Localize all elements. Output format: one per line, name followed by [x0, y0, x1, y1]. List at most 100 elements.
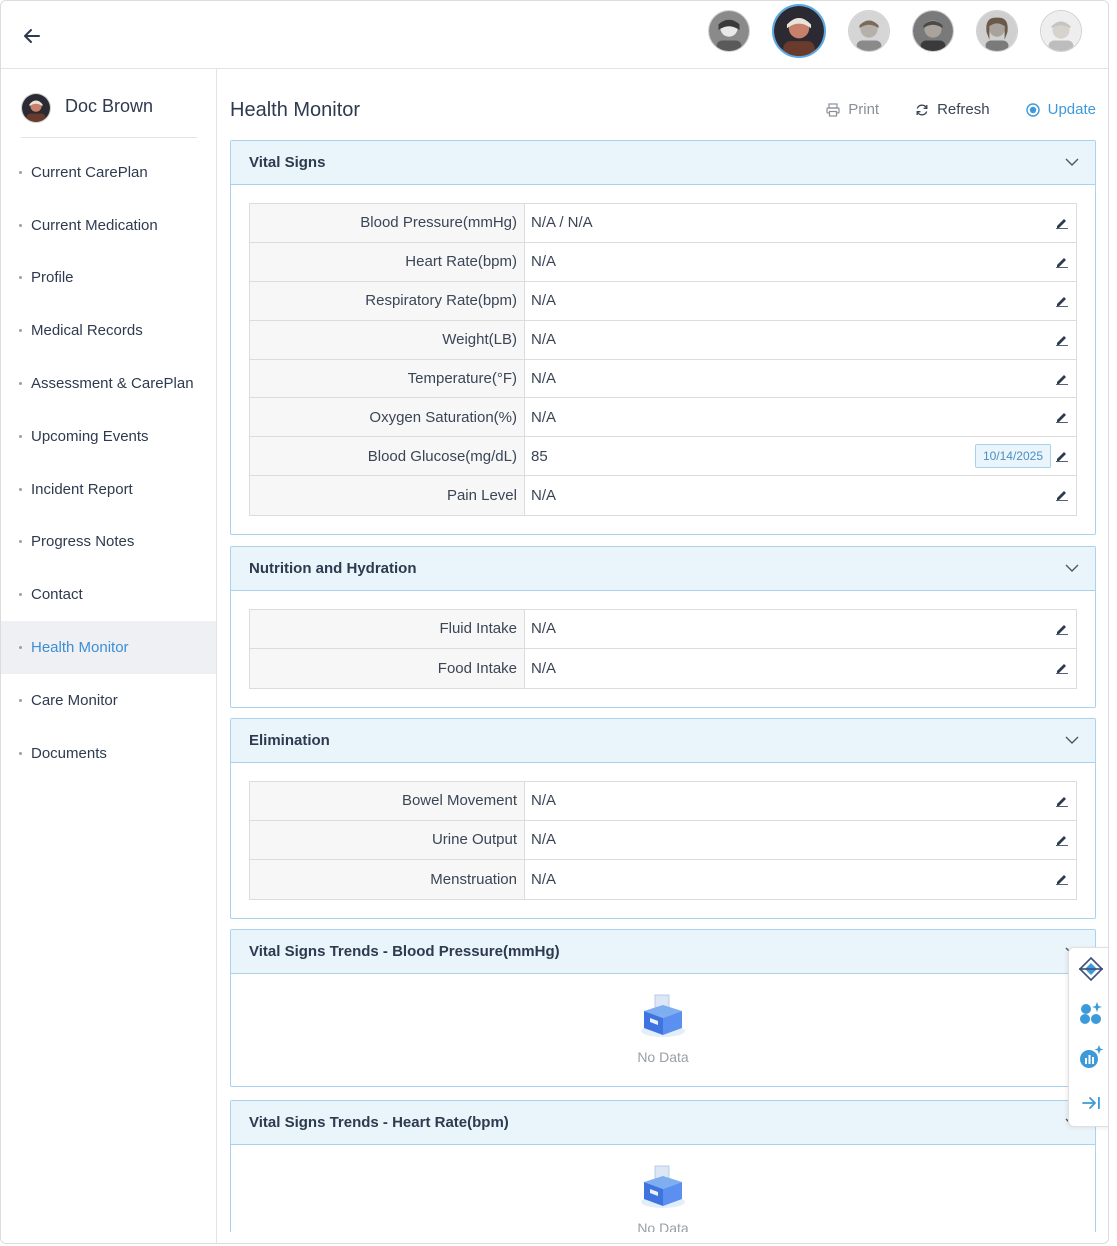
bullet-icon: [19, 751, 22, 755]
row-value: N/A: [531, 870, 557, 888]
hr-trend-header[interactable]: Vital Signs Trends - Heart Rate(bpm): [231, 1101, 1095, 1145]
apps-sparkle-icon[interactable]: [1078, 1000, 1104, 1026]
sidebar-item-current-careplan[interactable]: Current CarePlan: [1, 146, 216, 199]
resident-avatar[interactable]: [708, 10, 750, 52]
page-actions: Print Refresh Update: [826, 101, 1096, 118]
resident-switcher: [708, 4, 1082, 58]
row-label: Temperature(°F): [250, 359, 525, 398]
pencil-icon[interactable]: [1056, 450, 1068, 463]
resident-avatar[interactable]: [848, 10, 890, 52]
sidebar-item-documents[interactable]: Documents: [1, 727, 216, 780]
row-value: N/A: [531, 408, 557, 426]
pencil-icon[interactable]: [1056, 295, 1068, 307]
bullet-icon: [19, 540, 22, 544]
chevron-down-icon: [1065, 736, 1079, 744]
pencil-icon[interactable]: [1056, 489, 1068, 502]
sidebar-item-label: Progress Notes: [31, 533, 135, 551]
row-value: N/A: [531, 253, 557, 271]
sidebar-item-profile[interactable]: Profile: [1, 252, 216, 305]
row-label: Blood Pressure(mmHg): [250, 204, 525, 242]
nutrition-header[interactable]: Nutrition and Hydration: [231, 547, 1095, 591]
bullet-icon: [19, 170, 22, 174]
pencil-icon[interactable]: [1056, 873, 1068, 885]
pencil-icon[interactable]: [1056, 334, 1068, 346]
hr-trend-panel: Vital Signs Trends - Heart Rate(bpm) No …: [230, 1100, 1096, 1232]
resident-avatar[interactable]: [976, 10, 1018, 52]
pencil-icon[interactable]: [1056, 373, 1068, 385]
pencil-icon[interactable]: [1056, 256, 1068, 268]
refresh-button[interactable]: Refresh: [915, 101, 990, 118]
bp-trend-header[interactable]: Vital Signs Trends - Blood Pressure(mmHg…: [231, 930, 1095, 974]
table-row: Menstruation N/A: [250, 859, 1076, 899]
resident-avatar-selected[interactable]: [772, 4, 826, 58]
resident-avatar[interactable]: [912, 10, 954, 52]
refresh-icon: [916, 104, 928, 115]
bullet-icon: [19, 223, 22, 227]
empty-state: No Data: [231, 1145, 1095, 1232]
print-button[interactable]: Print: [826, 101, 879, 118]
printer-icon: [826, 102, 840, 117]
empty-state: No Data: [231, 974, 1095, 1086]
row-label: Weight(LB): [250, 320, 525, 359]
vital-signs-table: Blood Pressure(mmHg) N/A / N/A Heart Rat…: [249, 203, 1077, 517]
elimination-header[interactable]: Elimination: [231, 719, 1095, 763]
table-row: Food Intake N/A: [250, 648, 1076, 688]
row-value-cell: N/A / N/A: [525, 204, 1076, 242]
row-value: N/A: [531, 370, 557, 387]
pencil-icon[interactable]: [1056, 217, 1068, 229]
sidebar-item-label: Documents: [31, 744, 107, 762]
back-button[interactable]: [19, 23, 45, 49]
table-row: Bowel Movement N/A: [250, 782, 1076, 821]
bullet-icon: [19, 434, 22, 438]
refresh-label: Refresh: [937, 101, 990, 118]
row-value: N/A: [531, 792, 557, 810]
bp-trend-panel: Vital Signs Trends - Blood Pressure(mmHg…: [230, 929, 1096, 1087]
pencil-icon[interactable]: [1056, 795, 1068, 807]
row-value: N/A: [531, 331, 557, 349]
row-value-cell: N/A: [525, 610, 1076, 648]
pencil-icon[interactable]: [1056, 834, 1068, 846]
vital-signs-header[interactable]: Vital Signs: [231, 141, 1095, 185]
panel-title: Vital Signs Trends - Heart Rate(bpm): [249, 1114, 509, 1131]
floating-toolbar: [1068, 947, 1108, 1127]
chart-sparkle-icon[interactable]: [1078, 1044, 1104, 1070]
sidebar-item-label: Assessment & CarePlan: [31, 375, 194, 393]
row-value: N/A: [531, 487, 557, 505]
empty-box-icon: [641, 994, 685, 1037]
sidebar-item-assessment-careplan[interactable]: Assessment & CarePlan: [1, 357, 216, 410]
scan-icon[interactable]: [1078, 956, 1104, 982]
bullet-icon: [19, 646, 22, 650]
sidebar-item-medical-records[interactable]: Medical Records: [1, 304, 216, 357]
row-value-cell: 85 10/14/2025: [525, 437, 1076, 475]
pencil-icon[interactable]: [1056, 623, 1068, 635]
resident-avatar[interactable]: [1040, 10, 1082, 52]
bullet-icon: [19, 329, 22, 333]
table-row: Fluid Intake N/A: [250, 610, 1076, 649]
update-icon: [1025, 102, 1040, 117]
update-label: Update: [1047, 101, 1096, 118]
empty-box-icon: [641, 1165, 685, 1208]
row-label: Blood Glucose(mg/dL): [250, 437, 525, 476]
row-value-cell: N/A: [525, 649, 1076, 688]
update-button[interactable]: Update: [1025, 101, 1096, 118]
sidebar-item-progress-notes[interactable]: Progress Notes: [1, 516, 216, 569]
sidebar-item-contact[interactable]: Contact: [1, 568, 216, 621]
page-title: Health Monitor: [230, 99, 361, 121]
nutrition-table: Fluid Intake N/A Food Intake N/A: [249, 609, 1077, 689]
sidebar-item-upcoming-events[interactable]: Upcoming Events: [1, 410, 216, 463]
pencil-icon[interactable]: [1056, 662, 1068, 674]
app-window: Doc Brown Current CarePlan Current Medic…: [0, 0, 1109, 1244]
pencil-icon[interactable]: [1056, 411, 1068, 424]
row-value: N/A: [531, 292, 557, 310]
collapse-panel-icon[interactable]: [1078, 1090, 1104, 1116]
sidebar-item-current-medication[interactable]: Current Medication: [1, 199, 216, 252]
panel-title: Vital Signs: [249, 154, 326, 171]
sidebar-item-care-monitor[interactable]: Care Monitor: [1, 674, 216, 727]
row-value-cell: N/A: [525, 398, 1076, 436]
sidebar-item-label: Profile: [31, 269, 74, 287]
row-label: Pain Level: [250, 476, 525, 516]
row-value: N/A / N/A: [531, 214, 593, 232]
sidebar-item-health-monitor[interactable]: Health Monitor: [1, 621, 216, 674]
table-row: Urine Output N/A: [250, 820, 1076, 860]
sidebar-item-incident-report[interactable]: Incident Report: [1, 463, 216, 516]
